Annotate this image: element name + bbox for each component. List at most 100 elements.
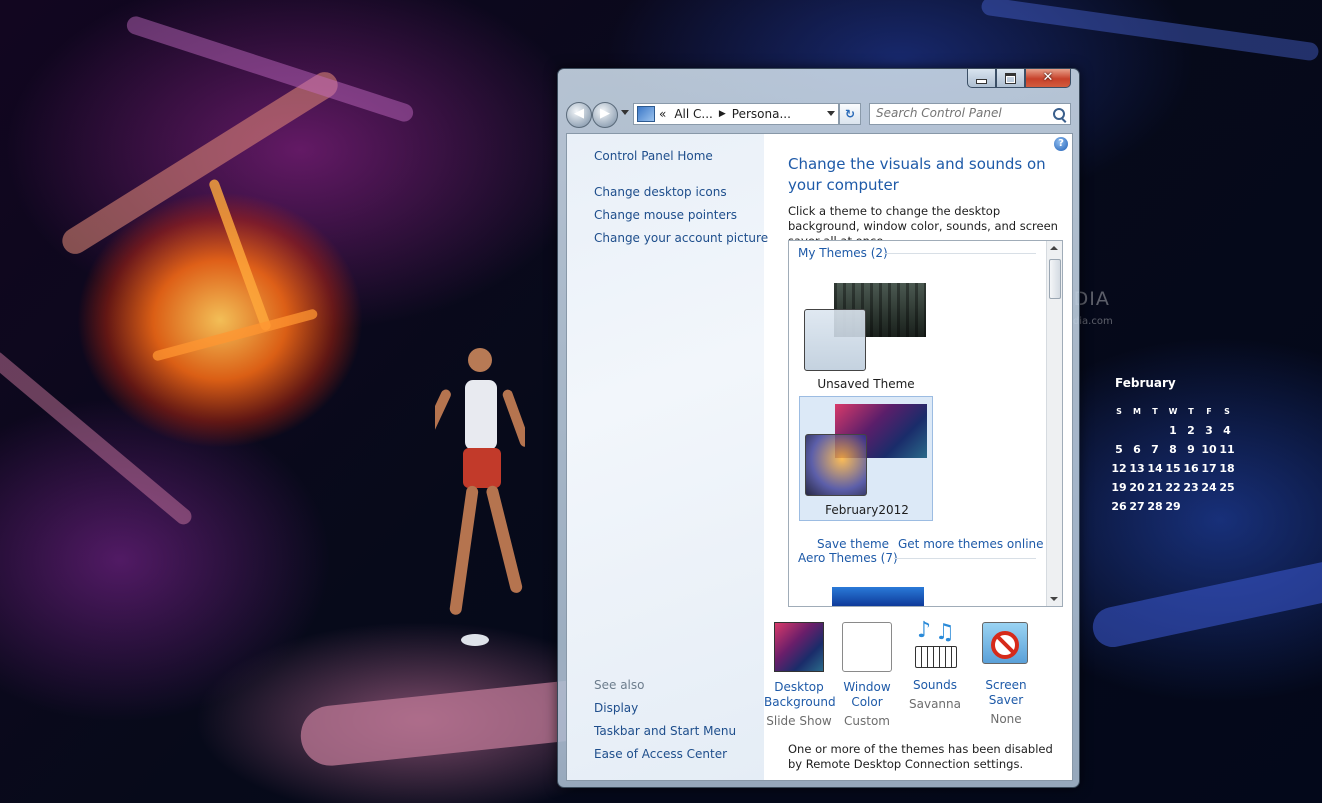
desktop-background-icon (774, 622, 824, 672)
calendar-day[interactable]: 12 (1110, 461, 1128, 477)
calendar-day[interactable]: 5 (1110, 442, 1128, 458)
search-input[interactable] (870, 104, 1052, 122)
calendar-day[interactable]: 27 (1128, 499, 1146, 515)
calendar-day[interactable]: 28 (1146, 499, 1164, 515)
arrow-left-icon: ◀ (574, 106, 584, 121)
calendar-grid: S M T W T F S 1 2 3 4 5 6 7 8 9 10 11 12 13 14 15 16 17 18 19 20 21… (1110, 404, 1240, 515)
breadcrumb-separator-icon[interactable]: ▶ (719, 109, 726, 119)
calendar-day[interactable]: 20 (1128, 480, 1146, 496)
my-themes-heading: My Themes (2) (798, 246, 888, 260)
calendar-day (1146, 423, 1164, 439)
calendar-day[interactable]: 4 (1218, 423, 1236, 439)
calendar-day (1110, 423, 1128, 439)
calendar-weekday: S (1224, 407, 1230, 416)
no-entry-icon (991, 631, 1019, 659)
scrollbar-thumb[interactable] (1049, 259, 1061, 299)
breadcrumb-personalization[interactable]: Persona... (732, 107, 791, 121)
calendar-day[interactable]: 29 (1164, 499, 1182, 515)
calendar-day[interactable]: 3 (1200, 423, 1218, 439)
see-also-heading: See also (594, 678, 645, 692)
desktop-background-option[interactable]: Desktop Background Slide Show (764, 622, 836, 729)
calendar-day (1128, 423, 1146, 439)
screen-saver-option[interactable]: Screen Saver None (970, 622, 1042, 727)
recent-pages-dropdown[interactable] (621, 110, 629, 115)
get-more-themes-link[interactable]: Get more themes online (898, 537, 1044, 551)
sounds-icon: ♪ ♫ (911, 618, 959, 670)
close-button[interactable]: ✕ (1025, 69, 1071, 88)
calendar-day[interactable]: 14 (1146, 461, 1164, 477)
sounds-option[interactable]: ♪ ♫ Sounds Savanna (900, 618, 970, 712)
scroll-up-icon[interactable] (1050, 246, 1058, 250)
calendar-day[interactable]: 23 (1182, 480, 1200, 496)
change-mouse-pointers-link[interactable]: Change mouse pointers (594, 208, 737, 222)
breadcrumb-overflow[interactable]: « (659, 107, 666, 121)
calendar-day[interactable]: 26 (1110, 499, 1128, 515)
screen-saver-icon (982, 622, 1030, 670)
group-divider (884, 253, 1036, 254)
calendar-weekday: S (1116, 407, 1122, 416)
theme-thumbnail-window (805, 434, 867, 496)
aero-themes-heading: Aero Themes (7) (798, 551, 898, 565)
calendar-day (1200, 499, 1218, 515)
theme-tile-unsaved[interactable]: Unsaved Theme (799, 272, 933, 397)
calendar-gadget[interactable]: February S M T W T F S 1 2 3 4 5 6 7 8 9 10 11 12 13 14 15 16 1… (1110, 376, 1240, 515)
wallpaper-neuron-fiber (0, 348, 195, 528)
search-box[interactable] (869, 103, 1071, 125)
close-icon: ✕ (1042, 70, 1054, 85)
calendar-day[interactable]: 24 (1200, 480, 1218, 496)
control-panel-icon (637, 106, 655, 122)
back-button[interactable]: ◀ (566, 102, 592, 128)
window-caption-buttons: ✕ (967, 69, 1071, 88)
ease-of-access-link[interactable]: Ease of Access Center (594, 747, 727, 761)
refresh-button[interactable]: ↻ (839, 103, 861, 125)
maximize-button[interactable] (996, 69, 1025, 88)
calendar-day[interactable]: 2 (1182, 423, 1200, 439)
calendar-day[interactable]: 22 (1164, 480, 1182, 496)
search-icon[interactable] (1053, 108, 1065, 120)
address-bar[interactable]: « All C... ▶ Persona... (633, 103, 839, 125)
option-value: Slide Show (766, 714, 832, 728)
option-value: Savanna (909, 697, 961, 711)
save-theme-link[interactable]: Save theme (817, 537, 889, 551)
window-color-option[interactable]: Window Color Custom (832, 622, 902, 729)
calendar-day[interactable]: 18 (1218, 461, 1236, 477)
calendar-month: February (1115, 376, 1176, 390)
help-icon[interactable]: ? (1054, 137, 1068, 151)
change-account-picture-link[interactable]: Change your account picture (594, 231, 768, 245)
calendar-day[interactable]: 17 (1200, 461, 1218, 477)
theme-tile-february2012[interactable]: February2012 (799, 396, 933, 521)
calendar-day[interactable]: 1 (1164, 423, 1182, 439)
calendar-day[interactable]: 9 (1182, 442, 1200, 458)
minimize-button[interactable] (967, 69, 996, 88)
calendar-day (1182, 499, 1200, 515)
arrow-right-icon: ▶ (600, 106, 610, 121)
taskbar-start-menu-link[interactable]: Taskbar and Start Menu (594, 724, 736, 738)
calendar-day[interactable]: 8 (1164, 442, 1182, 458)
display-link[interactable]: Display (594, 701, 638, 715)
calendar-day[interactable]: 21 (1146, 480, 1164, 496)
control-panel-home-link[interactable]: Control Panel Home (594, 149, 713, 163)
calendar-day[interactable]: 16 (1182, 461, 1200, 477)
calendar-day[interactable]: 7 (1146, 442, 1164, 458)
change-desktop-icons-link[interactable]: Change desktop icons (594, 185, 727, 199)
wallpaper-neuron-fiber (1089, 549, 1322, 651)
calendar-weekday: T (1188, 407, 1194, 416)
option-value: None (990, 712, 1022, 726)
aero-theme-thumbnail[interactable] (832, 587, 924, 606)
calendar-day[interactable]: 19 (1110, 480, 1128, 496)
scroll-down-icon[interactable] (1050, 597, 1058, 601)
calendar-day[interactable]: 10 (1200, 442, 1218, 458)
calendar-day[interactable]: 13 (1128, 461, 1146, 477)
calendar-day[interactable]: 25 (1218, 480, 1236, 496)
content-area: Control Panel Home Change desktop icons … (566, 133, 1073, 781)
calendar-day[interactable]: 11 (1218, 442, 1236, 458)
calendar-day[interactable]: 15 (1164, 461, 1182, 477)
breadcrumb-all-control-panel[interactable]: All C... (674, 107, 713, 121)
chevron-down-icon[interactable] (827, 111, 835, 116)
calendar-day (1218, 499, 1236, 515)
theme-thumbnail-window (804, 309, 866, 371)
theme-options-row: Desktop Background Slide Show Window Color… (764, 618, 1072, 732)
forward-button[interactable]: ▶ (592, 102, 618, 128)
calendar-day[interactable]: 6 (1128, 442, 1146, 458)
theme-list-scrollbar[interactable] (1046, 241, 1062, 606)
